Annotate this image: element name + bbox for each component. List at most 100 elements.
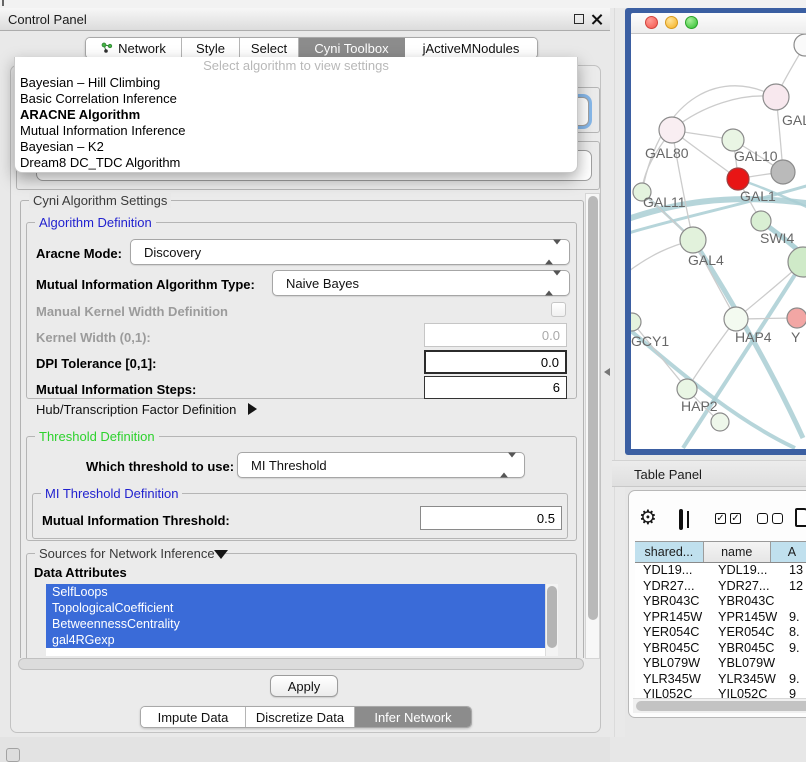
data-attributes-label: Data Attributes [34, 565, 127, 580]
mi-type-label: Mutual Information Algorithm Type: [36, 277, 255, 292]
which-threshold-label: Which threshold to use: [86, 459, 234, 474]
aracne-mode-combobox[interactable]: Discovery [130, 239, 570, 265]
network-node[interactable] [763, 84, 789, 110]
column-header-shared-name[interactable]: shared... [635, 542, 704, 562]
apply-button[interactable]: Apply [270, 675, 338, 697]
tab-cyni-toolbox[interactable]: Cyni Toolbox [299, 38, 405, 58]
menu-item-dream8[interactable]: Dream8 DC_TDC Algorithm [15, 155, 577, 171]
network-node[interactable] [724, 307, 748, 331]
tab-network[interactable]: Network [86, 38, 182, 58]
node-label: GCY1 [631, 333, 669, 349]
tab-impute-data[interactable]: Impute Data [141, 707, 246, 727]
checked-checkbox-icon[interactable]: ✓ [715, 513, 726, 524]
tab-network-label: Network [118, 41, 166, 56]
network-node[interactable] [751, 211, 771, 231]
tab-discretize-data-label: Discretize Data [256, 710, 344, 725]
columns-icon[interactable] [679, 509, 683, 530]
cell: 12 [785, 579, 806, 595]
cell: YLR345W [635, 672, 711, 688]
list-item-betweennesscentrality[interactable]: BetweennessCentrality [46, 616, 551, 632]
table-header: shared... name A [635, 541, 806, 563]
table-row[interactable]: YDR27...YDR27...12 [635, 579, 806, 595]
data-attributes-list: SelfLoops TopologicalCoefficient Between… [46, 584, 558, 656]
list-item-topologicalcoefficient[interactable]: TopologicalCoefficient [46, 600, 551, 616]
divider-collapse-arrow-icon[interactable] [604, 368, 610, 376]
network-node[interactable] [787, 308, 806, 328]
close-icon[interactable] [591, 14, 602, 25]
node-label: GAL1 [740, 188, 776, 204]
panel-divider-line [614, 8, 615, 737]
table-row[interactable]: YLR345WYLR345W9. [635, 672, 806, 688]
menu-item-basic-correlation[interactable]: Basic Correlation Inference [15, 91, 577, 107]
tab-jactivemnodules[interactable]: jActiveMNodules [405, 38, 537, 58]
column-header-partial[interactable]: A [771, 542, 806, 562]
cell: YER054C [635, 625, 711, 641]
mi-type-combobox[interactable]: Naive Bayes [272, 270, 570, 296]
network-node[interactable] [631, 313, 641, 331]
network-node[interactable] [677, 379, 697, 399]
node-label: Y [791, 329, 801, 345]
column-header-label: name [721, 545, 752, 559]
table-row[interactable]: YBL079WYBL079W [635, 656, 806, 672]
network-node[interactable] [711, 413, 729, 431]
tab-infer-network[interactable]: Infer Network [355, 707, 471, 727]
unchecked-checkbox-icon[interactable] [772, 513, 783, 524]
settings-hscrollbar[interactable] [18, 658, 584, 670]
list-item-gal4rgexp[interactable]: gal4RGexp [46, 632, 551, 648]
expander-right-icon[interactable] [248, 403, 257, 415]
expander-down-icon[interactable] [214, 550, 228, 559]
menu-item-bayesian-k2[interactable]: Bayesian – K2 [15, 139, 577, 155]
mini-panel-button[interactable] [6, 748, 20, 762]
mi-threshold-field[interactable]: 0.5 [420, 506, 562, 530]
mi-threshold-group-title: MI Threshold Definition [41, 486, 182, 501]
close-traffic-light-icon[interactable] [645, 16, 658, 29]
which-threshold-combobox[interactable]: MI Threshold [237, 452, 525, 478]
hub-expander[interactable]: Hub/Transcription Factor Definition [36, 401, 276, 419]
bottom-strip [0, 737, 610, 762]
network-node[interactable] [659, 117, 685, 143]
table-row[interactable]: YBR045CYBR045C9. [635, 641, 806, 657]
list-vscrollbar-thumb[interactable] [547, 586, 557, 648]
network-canvas[interactable]: GAL GAL80 GAL10 GAL1 GAL11 SWI4 GAL4 GCY… [631, 34, 806, 449]
cell: YLR345W [711, 672, 785, 688]
gear-icon[interactable]: ⚙ [639, 507, 657, 527]
table-row[interactable]: YPR145WYPR145W9. [635, 610, 806, 626]
unchecked-checkbox-icon[interactable] [757, 513, 768, 524]
cell: 9. [785, 641, 806, 657]
table-row[interactable]: YER054CYER054C8. [635, 625, 806, 641]
menu-item-mutual-information[interactable]: Mutual Information Inference [15, 123, 577, 139]
network-node[interactable] [794, 34, 806, 56]
table-hscrollbar-thumb[interactable] [636, 701, 806, 711]
list-item-selfloops[interactable]: SelfLoops [46, 584, 551, 600]
network-window-titlebar[interactable] [631, 13, 806, 34]
settings-vscrollbar-thumb[interactable] [588, 196, 598, 620]
network-node-selected[interactable] [727, 168, 749, 190]
mi-steps-field[interactable]: 6 [424, 376, 567, 399]
table-row[interactable]: YBR043CYBR043C [635, 594, 806, 610]
document-icon[interactable] [795, 508, 806, 527]
column-header-name[interactable]: name [704, 542, 771, 562]
float-window-icon[interactable] [574, 14, 584, 24]
tab-select[interactable]: Select [240, 38, 299, 58]
node-label: GAL11 [643, 194, 686, 210]
application-root: Control Panel Network Style [0, 0, 806, 762]
cell: YBL079W [635, 656, 711, 672]
control-panel-titlebar: Control Panel [0, 8, 610, 31]
cell: YDL19... [711, 563, 785, 579]
dpi-tolerance-field[interactable]: 0.0 [424, 350, 567, 374]
cell: 9. [785, 610, 806, 626]
tab-style[interactable]: Style [182, 38, 240, 58]
network-node[interactable] [680, 227, 706, 253]
tab-discretize-data[interactable]: Discretize Data [246, 707, 355, 727]
column-header-label: A [788, 545, 796, 559]
minimize-traffic-light-icon[interactable] [665, 16, 678, 29]
menu-item-bayesian-hill-climbing[interactable]: Bayesian – Hill Climbing [15, 75, 577, 91]
manual-kernel-checkbox[interactable] [551, 302, 566, 317]
node-label: HAP4 [735, 329, 772, 345]
checked-checkbox-icon[interactable]: ✓ [730, 513, 741, 524]
kernel-width-field[interactable]: 0.0 [424, 323, 567, 347]
apply-button-label: Apply [288, 679, 321, 694]
table-row[interactable]: YDL19...YDL19...13 [635, 563, 806, 579]
zoom-traffic-light-icon[interactable] [685, 16, 698, 29]
menu-item-aracne[interactable]: ARACNE Algorithm [15, 107, 577, 123]
